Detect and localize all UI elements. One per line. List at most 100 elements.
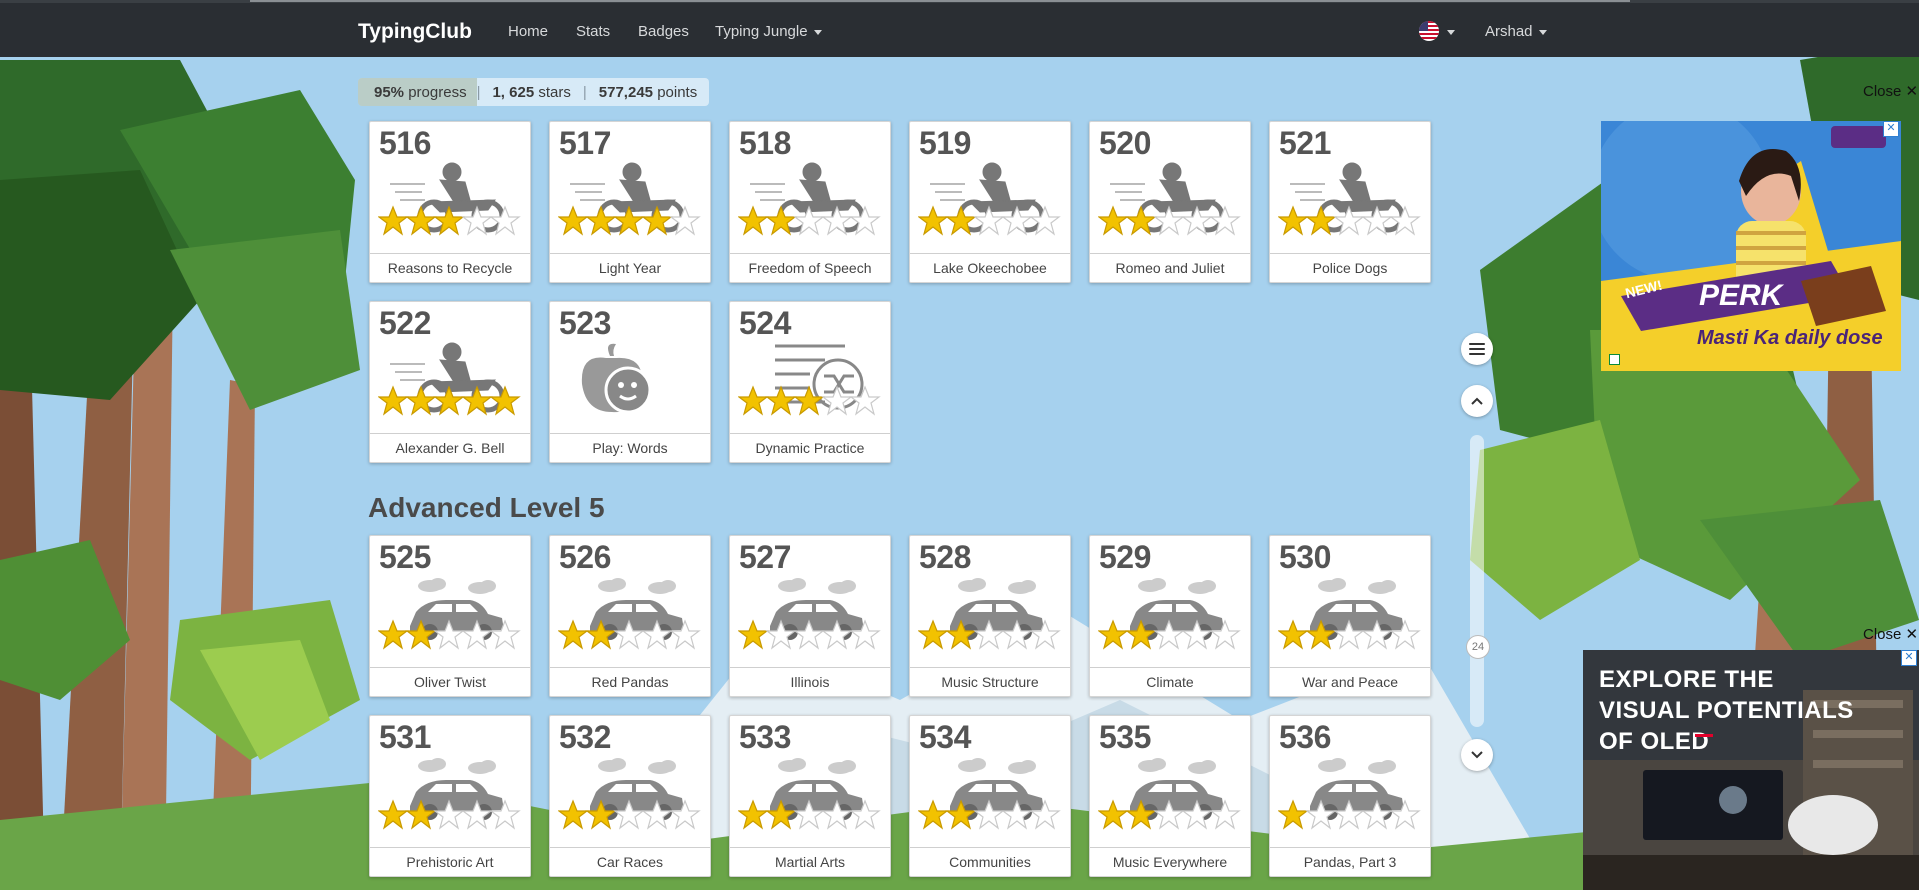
lesson-number: 531 [379, 719, 431, 755]
lesson-tile-532[interactable]: 532 Car Races [549, 715, 711, 877]
scroll-up-button[interactable] [1461, 385, 1493, 417]
star-icon [1181, 205, 1213, 236]
star-rating [1098, 799, 1241, 830]
star-icon [1098, 799, 1129, 830]
lesson-tile-521[interactable]: 521 Police Dogs [1269, 121, 1431, 283]
lesson-tile-519[interactable]: 519 Lake Okeechobee [909, 121, 1071, 283]
nav-badges[interactable]: Badges [638, 23, 689, 40]
stars-count: 1, 625 stars [480, 78, 582, 106]
lesson-tile-523[interactable]: 523 Play: Words [549, 301, 711, 463]
star-icon [558, 799, 589, 830]
star-icon [461, 799, 493, 830]
lesson-tile-522[interactable]: 522 Alexander G. Bell [369, 301, 531, 463]
star-icon [738, 385, 769, 416]
star-icon [945, 619, 977, 650]
lesson-tile-524[interactable]: 524 Dynamic Practice [729, 301, 891, 463]
progress-percent-label: progress [408, 83, 467, 101]
lesson-tile-520[interactable]: 520 Romeo and Juliet [1089, 121, 1251, 283]
lesson-tile-518[interactable]: 518 Freedom of Speech [729, 121, 891, 283]
star-icon [585, 799, 617, 830]
ad-banner-perk[interactable]: PERK NEW! Masti Ka daily dose ✕ [1601, 121, 1901, 371]
lesson-tile-530[interactable]: 530 War and Peace [1269, 535, 1431, 697]
lesson-tile-535[interactable]: 535 Music Everywhere [1089, 715, 1251, 877]
brand-logo[interactable]: TypingClub [358, 20, 472, 44]
nav-stats[interactable]: Stats [576, 23, 610, 40]
ad-close-icon[interactable]: ✕ [1901, 650, 1917, 666]
star-icon [585, 205, 617, 236]
star-icon [489, 385, 521, 416]
star-icon [793, 619, 825, 650]
nav-home[interactable]: Home [508, 23, 548, 40]
star-icon [1209, 799, 1241, 830]
star-icon [669, 205, 701, 236]
lesson-name: War and Peace [1270, 667, 1430, 696]
ad-close-icon[interactable]: ✕ [1883, 121, 1899, 137]
star-rating [738, 619, 881, 650]
lesson-number: 524 [739, 305, 791, 341]
lesson-number: 533 [739, 719, 791, 755]
lesson-name: Reasons to Recycle [370, 253, 530, 282]
star-icon [489, 619, 521, 650]
star-icon [1029, 799, 1061, 830]
points-count-value: 577,245 [598, 83, 654, 101]
nav-typing-jungle-dropdown[interactable]: Typing Jungle [715, 23, 822, 40]
star-icon [1181, 619, 1213, 650]
ad-close-button-top[interactable]: Close ✕ [1863, 82, 1918, 100]
lesson-tile-528[interactable]: 528 Music Structure [909, 535, 1071, 697]
lesson-tile-526[interactable]: 526 Red Pandas [549, 535, 711, 697]
star-icon [821, 385, 853, 416]
star-icon [1001, 205, 1033, 236]
lesson-name: Red Pandas [550, 667, 710, 696]
lesson-tile-533[interactable]: 533 Martial Arts [729, 715, 891, 877]
user-menu-dropdown[interactable]: Arshad [1485, 23, 1547, 40]
star-icon [1389, 799, 1421, 830]
star-icon [973, 619, 1005, 650]
star-icon [793, 205, 825, 236]
menu-list-button[interactable] [1461, 333, 1493, 365]
lesson-tile-531[interactable]: 531 Prehistoric Art [369, 715, 531, 877]
us-flag-icon[interactable] [1419, 21, 1439, 41]
game-icon [581, 343, 652, 414]
level-scroll-track[interactable] [1470, 435, 1484, 727]
lesson-name: Music Structure [910, 667, 1070, 696]
star-icon [1029, 205, 1061, 236]
ad2-headline-line2: VISUAL POTENTIALS [1599, 697, 1854, 724]
lesson-name: Oliver Twist [370, 667, 530, 696]
lesson-tile-517[interactable]: 517 Light Year [549, 121, 711, 283]
star-icon [1001, 799, 1033, 830]
ad-banner-oled[interactable]: EXPLORE THE VISUAL POTENTIALS OF OLED ✕ [1583, 650, 1919, 890]
scroll-down-button[interactable] [1461, 739, 1493, 771]
lesson-tile-527[interactable]: 527 Illinois [729, 535, 891, 697]
lesson-name: Freedom of Speech [730, 253, 890, 282]
star-rating [918, 799, 1061, 830]
ad2-headline: EXPLORE THE VISUAL POTENTIALS OF OLED [1599, 664, 1854, 757]
ad-close-button-bottom[interactable]: Close ✕ [1863, 625, 1918, 643]
lesson-tile-534[interactable]: 534 Communities [909, 715, 1071, 877]
ad2-headline-line3: OF OLED [1599, 728, 1710, 755]
lesson-name: Dynamic Practice [730, 433, 890, 462]
lesson-name: Music Everywhere [1090, 847, 1250, 876]
star-rating [378, 385, 521, 416]
lesson-name: Play: Words [550, 433, 710, 462]
lesson-tile-536[interactable]: 536 Pandas, Part 3 [1269, 715, 1431, 877]
language-chevron-down-icon[interactable] [1447, 30, 1455, 35]
star-rating [1278, 799, 1421, 830]
top-navbar: TypingClub Home Stats Badges Typing Jung… [0, 3, 1919, 57]
lesson-number: 525 [379, 539, 431, 575]
user-name: Arshad [1485, 23, 1533, 40]
lesson-tile-516[interactable]: 516 Reasons to Recycle [369, 121, 531, 283]
lesson-tile-529[interactable]: 529 Climate [1089, 535, 1251, 697]
lesson-number: 528 [919, 539, 971, 575]
star-icon [1181, 799, 1213, 830]
lesson-name: Prehistoric Art [370, 847, 530, 876]
hamburger-icon [1469, 343, 1485, 355]
lesson-tile-525[interactable]: 525 Oliver Twist [369, 535, 531, 697]
star-icon [821, 799, 853, 830]
lesson-number: 520 [1099, 125, 1151, 161]
star-icon [433, 205, 465, 236]
star-icon [461, 205, 493, 236]
star-icon [1125, 205, 1157, 236]
star-icon [461, 619, 493, 650]
star-icon [1153, 799, 1185, 830]
star-icon [489, 205, 521, 236]
